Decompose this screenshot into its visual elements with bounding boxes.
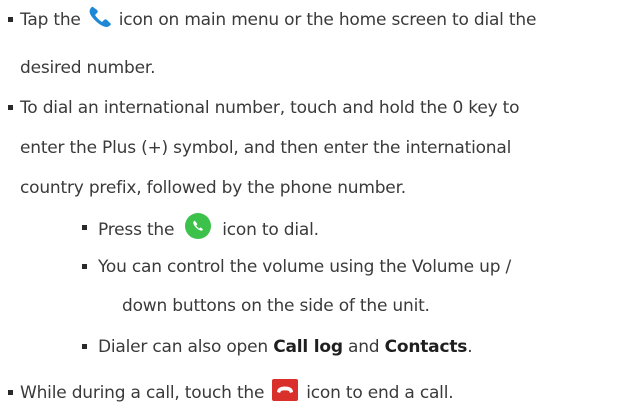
end-call-icon <box>272 379 299 401</box>
sub-instruction-text: . <box>467 337 473 357</box>
sub-bullet-marker <box>82 264 87 269</box>
instruction-line: enter the Plus (+) symbol, and then ente… <box>20 136 511 160</box>
sub-bullet-marker <box>82 344 87 349</box>
sub-instruction-text: Dialer can also open <box>98 337 274 357</box>
phone-icon <box>87 5 113 29</box>
sub-instruction-text: You can control the volume using the Vol… <box>98 257 512 277</box>
bullet-marker <box>8 17 13 22</box>
sub-instruction-line: Press the icon to dial. <box>98 213 319 244</box>
instruction-text: icon on main menu or the home screen to … <box>118 10 537 30</box>
instruction-text: country prefix, followed by the phone nu… <box>20 178 407 198</box>
instruction-line: desired number. <box>20 56 155 80</box>
sub-instruction-line: down buttons on the side of the unit. <box>122 294 430 318</box>
instruction-line: country prefix, followed by the phone nu… <box>20 176 406 200</box>
sub-instruction-text: icon to dial. <box>222 220 319 240</box>
bullet-marker <box>8 390 13 395</box>
instruction-text: desired number. <box>20 58 156 78</box>
sub-instruction-text: Press the <box>98 220 175 240</box>
instruction-line: While during a call, touch the icon to en… <box>20 379 454 405</box>
bullet-marker <box>8 105 13 110</box>
sub-instruction-line: Dialer can also open Call log and Contac… <box>98 335 473 359</box>
instruction-text: icon to end a call. <box>306 383 454 403</box>
dial-button-icon <box>184 212 212 240</box>
instruction-text: To dial an international number, touch a… <box>20 98 520 118</box>
sub-instruction-line: You can control the volume using the Vol… <box>98 255 511 279</box>
instruction-text: enter the Plus (+) symbol, and then ente… <box>20 138 512 158</box>
instruction-line: To dial an international number, touch a… <box>20 96 520 120</box>
sub-instruction-text: and <box>342 337 385 357</box>
instruction-text: Tap the <box>20 10 81 30</box>
sub-instruction-text: down buttons on the side of the unit. <box>122 296 430 316</box>
contacts-term: Contacts <box>384 337 468 357</box>
instruction-text: While during a call, touch the <box>20 383 265 403</box>
sub-bullet-marker <box>82 225 87 230</box>
instruction-line: Tap the icon on main menu or the home scr… <box>20 5 537 32</box>
call-log-term: Call log <box>273 337 343 357</box>
